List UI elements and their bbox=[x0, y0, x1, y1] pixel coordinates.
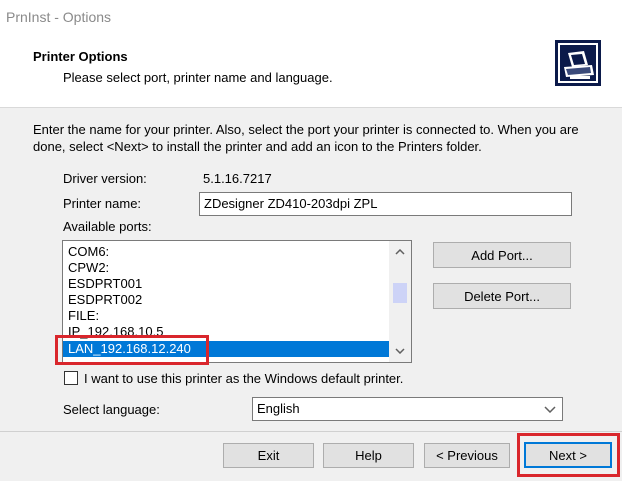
exit-button[interactable]: Exit bbox=[223, 443, 314, 468]
next-button[interactable]: Next > bbox=[524, 442, 612, 468]
title-bar: PrnInst - Options bbox=[0, 0, 622, 34]
driver-version-value: 5.1.16.7217 bbox=[203, 171, 272, 186]
delete-port-button[interactable]: Delete Port... bbox=[433, 283, 571, 309]
scrollbar-thumb[interactable] bbox=[393, 283, 407, 303]
instructions-text: Enter the name for your printer. Also, s… bbox=[33, 122, 579, 154]
printer-name-input[interactable]: ZDesigner ZD410-203dpi ZPL bbox=[199, 192, 572, 216]
printer-wizard-icon bbox=[555, 40, 601, 86]
chevron-down-icon bbox=[542, 398, 558, 420]
language-select[interactable]: English bbox=[252, 397, 563, 421]
list-item[interactable]: FILE: bbox=[63, 308, 389, 324]
printer-name-label: Printer name: bbox=[63, 196, 142, 211]
driver-version-label: Driver version: bbox=[63, 171, 147, 186]
language-select-value: English bbox=[257, 401, 300, 416]
select-language-label: Select language: bbox=[63, 402, 160, 417]
page-subtitle: Please select port, printer name and lan… bbox=[63, 70, 333, 85]
list-item-selected[interactable]: LAN_192.168.12.240 bbox=[63, 341, 389, 357]
list-item[interactable]: IP_192.168.10.5 bbox=[63, 324, 389, 340]
available-ports-label: Available ports: bbox=[63, 219, 152, 234]
list-item[interactable]: ESDPRT002 bbox=[63, 292, 389, 308]
page-title: Printer Options bbox=[33, 49, 128, 64]
ports-listbox[interactable]: COM6: CPW2: ESDPRT001 ESDPRT002 FILE: IP… bbox=[62, 240, 412, 363]
scroll-up-icon[interactable] bbox=[389, 243, 411, 261]
window-title: PrnInst - Options bbox=[6, 9, 112, 25]
help-button[interactable]: Help bbox=[323, 443, 414, 468]
footer-divider bbox=[0, 431, 622, 432]
scroll-down-icon[interactable] bbox=[389, 342, 411, 360]
previous-button[interactable]: < Previous bbox=[424, 443, 510, 468]
add-port-button[interactable]: Add Port... bbox=[433, 242, 571, 268]
wizard-header: Printer Options Please select port, prin… bbox=[0, 34, 622, 108]
default-printer-checkbox[interactable] bbox=[64, 371, 78, 385]
list-item[interactable]: CPW2: bbox=[63, 260, 389, 276]
default-printer-label: I want to use this printer as the Window… bbox=[84, 371, 404, 386]
ports-scrollbar[interactable] bbox=[389, 241, 411, 362]
list-item[interactable]: COM6: bbox=[63, 244, 389, 260]
list-item[interactable]: ESDPRT001 bbox=[63, 276, 389, 292]
